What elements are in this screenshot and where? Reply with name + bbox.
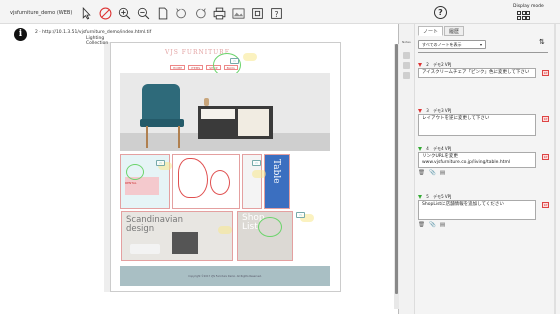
note-marker[interactable]: ▭: [156, 160, 165, 166]
info-icon[interactable]: i: [14, 28, 27, 41]
notes-layer-icon[interactable]: [403, 62, 410, 69]
details-icon[interactable]: ▤: [440, 222, 445, 229]
note-marker[interactable]: ▭: [252, 160, 261, 166]
note-text[interactable]: レイアウトを逆に変更して下さい: [418, 114, 536, 136]
annotation-freehand[interactable]: [178, 158, 208, 198]
note-header: 5 デモ5 VPJ: [418, 193, 550, 200]
lighting-label: Lighting Collection: [86, 36, 109, 46]
trash-icon[interactable]: 🗑: [418, 170, 425, 177]
pointer-icon[interactable]: [78, 6, 94, 20]
toolbar: vjsfurniture_demo (WEB) ? ? Display mode: [0, 0, 560, 24]
notes-flag-icon[interactable]: [403, 72, 410, 79]
paperclip-icon[interactable]: 📎: [429, 170, 436, 177]
notes-tabs: ノート 履歴: [418, 26, 465, 36]
tab-history[interactable]: 履歴: [444, 26, 465, 36]
chair-image: [142, 84, 180, 122]
note-author: デモ4 VPJ: [433, 146, 452, 151]
tab-notes[interactable]: ノート: [418, 26, 444, 36]
zoom-out-icon[interactable]: [135, 7, 151, 20]
note-item[interactable]: 5 デモ5 VPJ ShopListに店舗情報を追加してください 1P 🗑 📎 …: [418, 193, 550, 229]
scandinavian-tile: Scandinavian design: [121, 211, 233, 261]
note-text[interactable]: ShopListに店舗情報を追加してください: [418, 200, 536, 220]
status-red-icon: [418, 109, 422, 113]
details-icon[interactable]: ▤: [440, 170, 445, 177]
svg-text:?: ?: [274, 9, 278, 18]
print-icon[interactable]: [211, 7, 227, 20]
chevron-down-icon: ▾: [479, 42, 482, 47]
rental-label: RENTAL: [125, 181, 137, 185]
question-icon[interactable]: ?: [268, 7, 284, 20]
display-mode-grid-icon[interactable]: [517, 11, 530, 21]
trash-icon[interactable]: 🗑: [418, 222, 425, 229]
note-flag-icon[interactable]: 1P: [542, 70, 549, 76]
note-flag-icon[interactable]: 1P: [542, 202, 549, 208]
note-author: デモ5 VPJ: [433, 194, 452, 199]
note-marker[interactable]: ▭: [296, 212, 305, 218]
note-flag-icon[interactable]: 1P: [542, 154, 549, 160]
notes-filter-value: すべてのノートを表示: [422, 42, 462, 47]
document-url: 2 · http://10.1.3.51/vjsfurniture_demo/i…: [35, 30, 152, 35]
annotation-circle[interactable]: [126, 164, 144, 180]
sort-icon[interactable]: ⇅: [539, 38, 545, 46]
image-icon[interactable]: [230, 7, 246, 20]
viewer-scrollbar-thumb[interactable]: [395, 44, 398, 294]
note-tools: 🗑 📎 ▤: [418, 170, 550, 177]
note-tools: 🗑 📎 ▤: [418, 222, 550, 229]
note-text[interactable]: アイスクリームチェア「ピンク」色に変更して下さい: [418, 68, 536, 78]
note-text[interactable]: リンクURLを変更 www.vjsfurniture.co.jp/living/…: [418, 152, 536, 168]
help-icon[interactable]: ?: [434, 6, 447, 19]
zoom-in-icon[interactable]: [116, 7, 132, 20]
annotation-freehand[interactable]: [210, 170, 230, 195]
note-marker[interactable]: ▭: [230, 58, 239, 64]
paperclip-icon[interactable]: 📎: [429, 222, 436, 229]
table-label: Table: [271, 159, 281, 184]
rotate-right-icon[interactable]: [192, 7, 208, 20]
note-header: 3 デモ3 VPJ: [418, 107, 550, 114]
note-number: 4: [426, 146, 429, 151]
panel-edge: [554, 24, 556, 314]
toolbar-icons: ?: [78, 6, 284, 20]
note-flag-icon[interactable]: 1P: [542, 116, 549, 122]
footer-text: Copyright ©2017 VJS Furniture Demo. All …: [188, 275, 262, 278]
no-entry-icon[interactable]: [97, 7, 113, 20]
notes-side-label: Notes: [402, 40, 411, 44]
note-author: デモ3 VPJ: [433, 108, 452, 113]
annotation-highlight: [243, 53, 257, 61]
notes-divider: [418, 52, 548, 53]
annotation-highlight: [218, 226, 232, 234]
notes-filter-select[interactable]: すべてのノートを表示 ▾: [418, 40, 486, 49]
annotation-circle[interactable]: [258, 217, 282, 237]
note-number: 2: [426, 62, 429, 67]
note-item[interactable]: 3 デモ3 VPJ レイアウトを逆に変更して下さい 1P: [418, 107, 550, 136]
grid-icon[interactable]: [249, 7, 265, 20]
site-nav-item: ITEMS: [188, 65, 204, 70]
note-number: 3: [426, 108, 429, 113]
display-mode-label: Display mode: [513, 4, 544, 9]
note-header: 4 デモ4 VPJ: [418, 145, 550, 152]
rotate-left-icon[interactable]: [173, 7, 189, 20]
notes-list-icon[interactable]: [403, 52, 410, 59]
site-nav-item: HOME: [170, 65, 186, 70]
note-author: デモ2 VPJ: [433, 62, 452, 67]
site-footer: Copyright ©2017 VJS Furniture Demo. All …: [120, 266, 330, 286]
note-number: 5: [426, 194, 429, 199]
note-item[interactable]: 4 デモ4 VPJ リンクURLを変更 www.vjsfurniture.co.…: [418, 145, 550, 177]
table-tile: Table: [264, 154, 290, 209]
app-title: vjsfurniture_demo (WEB): [10, 10, 73, 16]
page-icon[interactable]: [154, 7, 170, 20]
status-red-icon: [418, 63, 422, 67]
status-green-icon: [418, 195, 422, 199]
hero-image: [120, 73, 330, 151]
note-header: 2 デモ2 VPJ: [418, 61, 550, 68]
note-item[interactable]: 2 デモ2 VPJ アイスクリームチェア「ピンク」色に変更して下さい 1P: [418, 61, 550, 78]
sideboard-image: [198, 106, 273, 139]
app-window: vjsfurniture_demo (WEB) ? ? Display mode…: [0, 0, 560, 314]
annotation-highlight: [252, 170, 266, 178]
status-green-icon: [418, 147, 422, 151]
